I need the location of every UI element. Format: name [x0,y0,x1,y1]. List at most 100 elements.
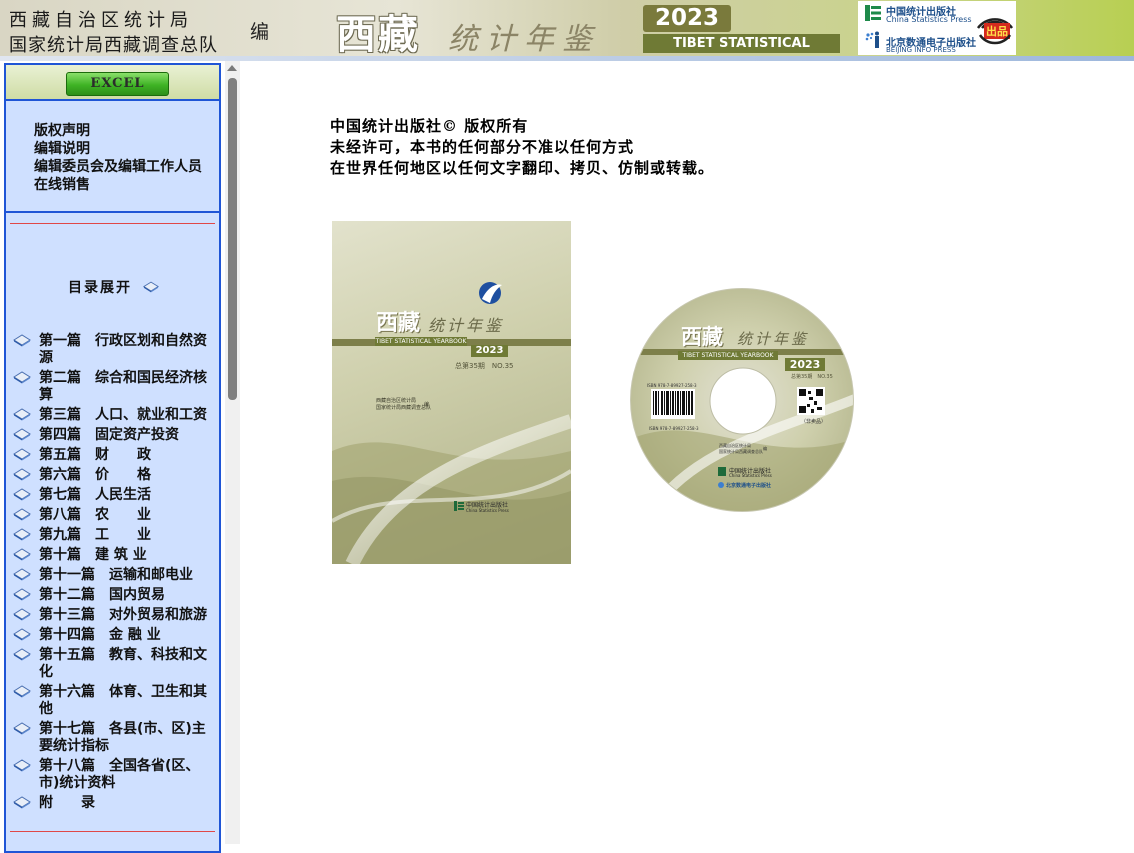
link-editorial-board[interactable]: 编辑委员会及编辑工作人员 [10,158,213,176]
toc-item[interactable]: 第十六篇 体育、卫生和其他 [12,684,217,718]
toc-item[interactable]: 第六篇 价 格 [12,467,217,484]
cover-publisher-en: China Statistics Press [466,508,509,513]
copyright-line-2: 未经许可，本书的任何部分不准以任何方式 [330,138,635,156]
toc-item-label: 第二篇 综合和国民经济核算 [39,370,207,403]
book-icon [13,608,31,621]
toc-item[interactable]: 第十篇 建 筑 业 [12,547,217,564]
toc-item[interactable]: 第九篇 工 业 [12,527,217,544]
book-icon [13,628,31,641]
toc-list: 第一篇 行政区划和自然资源 第二篇 综合和国民经济核算第三篇 人口、就业和工资第四… [12,333,217,815]
cover-art [332,282,571,564]
toc-item-label: 第九篇 工 业 [39,527,151,543]
sidebar: EXCEL 版权声明 编辑说明 编辑委员会及编辑工作人员 在线销售 目录展开 第… [4,63,221,853]
toc-item[interactable]: 附 录 [12,795,217,812]
copyright-line-3: 在世界任何地区以任何文字翻印、拷贝、仿制或转载。 [330,159,715,177]
press2-name-en: BEIJING INFO PRESS [886,46,956,54]
toc-item[interactable]: 第七篇 人民生活 [12,487,217,504]
link-editorial-notes[interactable]: 编辑说明 [10,140,213,158]
book-icon [13,428,31,441]
cover-editor: 编 [424,402,430,408]
toc-item[interactable]: 第三篇 人口、就业和工资 [12,407,217,424]
toc-item-label: 第十八篇 全国各省(区、市)统计资料 [39,758,200,791]
link-online-sales[interactable]: 在线销售 [10,176,213,194]
toc-item-label: 第五篇 财 政 [39,447,151,463]
cd-orgs: 西藏自治区统计局 国家统计局西藏调查总队 [719,443,763,455]
link-copyright-notice[interactable]: 版权声明 [10,122,213,140]
book-icon [13,408,31,421]
org-name-line2: 国家统计局西藏调查总队 [9,35,218,56]
org-name-line1: 西藏自治区统计局 [9,10,193,31]
editor-tag: 编 [250,21,270,43]
cover-title-big: 西藏 [376,310,421,336]
toc-item-label: 第六篇 价 格 [39,467,151,483]
book-icon [13,588,31,601]
sidebar-scrollbar[interactable] [225,61,240,844]
toc-item[interactable]: 第十八篇 全国各省(区、市)统计资料 [12,758,217,792]
toc-item-label: 第七篇 人民生活 [39,487,151,503]
excel-area: EXCEL [6,65,219,101]
book-icon [13,722,31,735]
cover-press-icon [454,501,464,511]
book-icon [13,371,31,384]
book-icon [13,448,31,461]
cover-org1: 西藏自治区统计局 [376,398,417,404]
toc-item[interactable]: 第四篇 固定资产投资 [12,427,217,444]
book-icon [13,508,31,521]
toc-expand-toggle[interactable]: 目录展开 [68,277,159,297]
cover-issue: 总第35期 NO.35 [455,362,514,370]
cd-title-big: 西藏 [681,324,723,349]
cd-title-small: 统计年鉴 [737,330,810,348]
cd-editor: 编 [763,446,767,451]
toc-item-label: 第十三篇 对外贸易和旅游 [39,607,207,623]
toc-item-label: 第十七篇 各县(市、区)主要统计指标 [39,721,206,754]
toc-item[interactable]: 第十三篇 对外贸易和旅游 [12,607,217,624]
cd-issue: 总第35期 NO.35 [791,374,833,380]
year-badge: 2023 TIBET STATISTICAL YEARBOOK [641,5,841,70]
toc-item[interactable]: 第二篇 综合和国民经济核算 [12,370,217,404]
toc-item-label: 第四篇 固定资产投资 [39,427,179,443]
scroll-thumb[interactable] [228,78,237,400]
cover-title-small: 统计年鉴 [428,316,505,335]
book-icon [13,488,31,501]
cd-isbn-top: ISBN 978-7-89927-258-3 [647,383,697,388]
header-banner: 西藏自治区统计局 国家统计局西藏调查总队 编 西藏 统计年鉴 2023 TIBE… [0,0,1134,70]
cd-year: 2023 [785,358,825,371]
yearbook-title-logo: 西藏 统计年鉴 [336,0,636,58]
toc-item-label: 第十四篇 金 融 业 [39,627,161,643]
toc-item[interactable]: 第十四篇 金 融 业 [12,627,217,644]
cd-title-en: TIBET STATISTICAL YEARBOOK [678,351,778,360]
toc-item[interactable]: 第十一篇 运输和邮电业 [12,567,217,584]
toc-item-label: 第一篇 行政区划和自然资源 [39,333,207,366]
beijing-info-press-icon [865,31,879,48]
toc-item[interactable]: 第十二篇 国内贸易 [12,587,217,604]
toc-item[interactable]: 第八篇 农 业 [12,507,217,524]
toc-item-label: 附 录 [39,795,95,811]
book-icon [13,334,31,347]
book-icon [13,568,31,581]
book-icon [142,281,159,293]
cover-orgs: 西藏自治区统计局 国家统计局西藏调查总队 [376,398,431,412]
title-english: TIBET STATISTICAL YEARBOOK [643,34,840,70]
toc-item[interactable]: 第一篇 行政区划和自然资源 [12,333,217,367]
publish-stamp-icon: 出品 [976,18,1014,45]
cd-org2: 国家统计局西藏调查总队 [719,449,763,454]
divider-red-bottom [10,831,215,832]
cd-edition: （非卖品） [801,419,827,425]
press1-name-en: China Statistics Press [886,15,972,24]
toc-item[interactable]: 第十五篇 教育、科技和文化 [12,647,217,681]
scroll-up-arrow-icon[interactable] [227,65,237,71]
cd-disc-image: 西藏 统计年鉴 TIBET STATISTICAL YEARBOOK 2023 … [630,288,854,512]
year-number: 2023 [643,5,731,32]
toc-item-label: 第十五篇 教育、科技和文化 [39,647,207,680]
svg-text:出品: 出品 [986,24,1008,38]
cover-org2: 国家统计局西藏调查总队 [376,405,432,411]
cover-title-en: TIBET STATISTICAL YEARBOOK [375,337,467,346]
toc-item-label: 第十二篇 国内贸易 [39,587,165,603]
toc-item[interactable]: 第十七篇 各县(市、区)主要统计指标 [12,721,217,755]
title-big: 西藏 [336,11,420,58]
book-icon [13,468,31,481]
excel-button[interactable]: EXCEL [66,72,169,96]
toc-item[interactable]: 第五篇 财 政 [12,447,217,464]
toc-item-label: 第八篇 农 业 [39,507,151,523]
book-icon [13,648,31,661]
